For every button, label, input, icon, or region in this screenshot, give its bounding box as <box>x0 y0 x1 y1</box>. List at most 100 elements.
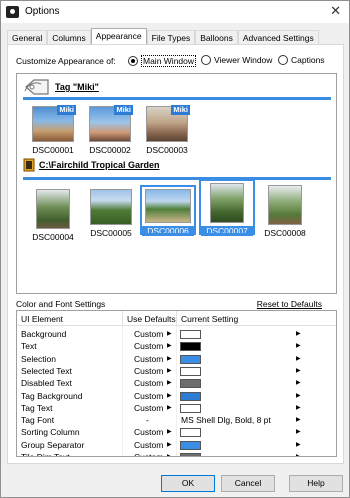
photo-thumbnail[interactable] <box>268 185 302 225</box>
dropdown-arrow-icon[interactable]: ▶ <box>167 366 172 377</box>
table-row[interactable]: Tag Background Custom ▶ ▶ <box>17 391 336 402</box>
tag-group-header: Tag "Miki" <box>23 78 99 96</box>
setting-menu-arrow-icon[interactable]: ▶ <box>296 427 301 438</box>
radio-dot[interactable] <box>278 55 288 65</box>
radio-viewer-window[interactable]: Viewer Window <box>201 55 272 65</box>
color-swatch[interactable] <box>180 366 201 376</box>
film-icon <box>23 158 35 172</box>
reset-to-defaults-link[interactable]: Reset to Defaults <box>257 299 322 309</box>
color-swatch[interactable] <box>180 330 201 339</box>
thumbnail-caption: DSC00005 <box>90 228 132 238</box>
ui-element-name: Selected Text <box>21 365 72 376</box>
use-defaults-value[interactable]: Custom <box>134 354 163 365</box>
photo-thumbnail[interactable] <box>210 183 244 223</box>
table-row[interactable]: Tag Font - MS Shell Dlg, Bold, 8 pt ▶ <box>17 415 336 426</box>
thumbnail-tile[interactable]: Miki DSC00002 <box>84 105 136 155</box>
ui-element-name: Sorting Column <box>21 427 80 438</box>
table-row[interactable]: Background Custom ▶ ▶ <box>17 329 336 340</box>
thumbnail-tile[interactable]: DSC00004 <box>27 189 79 242</box>
tab-balloons[interactable]: Balloons <box>195 30 238 45</box>
table-row[interactable]: Tag Text Custom ▶ ▶ <box>17 403 336 414</box>
dropdown-arrow-icon[interactable]: ▶ <box>167 378 172 389</box>
help-button[interactable]: Help <box>289 475 343 492</box>
use-defaults-value[interactable]: Custom <box>134 366 163 377</box>
ui-element-name: Tag Font <box>21 415 55 426</box>
setting-menu-arrow-icon[interactable]: ▶ <box>296 366 301 377</box>
dropdown-arrow-icon[interactable]: ▶ <box>167 427 172 438</box>
photo-thumbnail[interactable]: Miki <box>89 105 133 142</box>
tab-columns[interactable]: Columns <box>47 30 91 45</box>
use-defaults-value[interactable]: Custom <box>134 440 163 451</box>
color-swatch[interactable] <box>180 403 201 413</box>
color-swatch[interactable] <box>180 453 201 456</box>
thumbnail-caption: DSC00008 <box>264 228 306 238</box>
tab-advanced-settings[interactable]: Advanced Settings <box>237 30 319 45</box>
table-row[interactable]: Tile Dim Text Custom ▶ ▶ <box>17 452 336 456</box>
tab-general[interactable]: General <box>7 30 48 45</box>
use-defaults-value[interactable]: Custom <box>134 391 163 402</box>
dropdown-arrow-icon[interactable]: ▶ <box>167 403 172 414</box>
cancel-button[interactable]: Cancel <box>221 475 275 492</box>
setting-menu-arrow-icon[interactable]: ▶ <box>296 378 301 389</box>
folder-group-title: C:\Fairchild Tropical Garden <box>39 160 160 170</box>
setting-menu-arrow-icon[interactable]: ▶ <box>296 403 301 414</box>
thumbnail-tile[interactable]: DSC00005 <box>85 189 137 238</box>
photo-thumbnail[interactable]: Miki <box>146 105 190 142</box>
dropdown-arrow-icon[interactable]: ▶ <box>167 329 172 340</box>
photo-thumbnail[interactable] <box>90 189 132 225</box>
table-row[interactable]: Sorting Column Custom ▶ ▶ <box>17 427 336 438</box>
table-row[interactable]: Group Separator Custom ▶ ▶ <box>17 440 336 451</box>
color-swatch[interactable] <box>180 391 201 401</box>
tab-appearance[interactable]: Appearance <box>90 28 147 45</box>
color-swatch[interactable] <box>180 440 201 450</box>
radio-main-window[interactable]: Main Window <box>128 55 197 67</box>
column-header-ui-element[interactable]: UI Element <box>21 314 63 324</box>
radio-label: Captions <box>291 55 325 65</box>
thumbnail-tile[interactable]: Miki DSC00001 <box>27 105 79 155</box>
setting-menu-arrow-icon[interactable]: ▶ <box>296 452 301 456</box>
close-icon[interactable]: ✕ <box>330 4 341 19</box>
tab-file-types[interactable]: File Types <box>146 30 196 45</box>
column-header-use-defaults[interactable]: Use Defaults <box>127 314 176 324</box>
setting-menu-arrow-icon[interactable]: ▶ <box>296 391 301 402</box>
color-swatch[interactable] <box>180 428 201 438</box>
table-row[interactable]: Disabled Text Custom ▶ ▶ <box>17 378 336 389</box>
photo-thumbnail[interactable] <box>145 189 191 223</box>
dropdown-arrow-icon[interactable]: ▶ <box>167 354 172 365</box>
radio-dot-selected[interactable] <box>128 56 138 66</box>
ok-button[interactable]: OK <box>161 475 215 492</box>
dropdown-arrow-icon[interactable]: ▶ <box>167 440 172 451</box>
dropdown-arrow-icon[interactable]: ▶ <box>167 341 172 352</box>
thumbnail-tile[interactable]: DSC00008 <box>259 185 311 238</box>
column-divider <box>122 311 123 326</box>
use-defaults-value[interactable]: Custom <box>134 452 163 456</box>
setting-menu-arrow-icon[interactable]: ▶ <box>296 440 301 451</box>
use-defaults-value[interactable]: Custom <box>134 403 163 414</box>
column-header-current-setting[interactable]: Current Setting <box>181 314 238 324</box>
use-defaults-value[interactable]: Custom <box>134 427 163 438</box>
color-swatch[interactable] <box>180 342 201 352</box>
color-swatch[interactable] <box>180 354 201 364</box>
photo-thumbnail[interactable]: Miki <box>32 105 76 142</box>
use-defaults-value[interactable]: Custom <box>134 329 163 340</box>
setting-menu-arrow-icon[interactable]: ▶ <box>296 354 301 365</box>
use-defaults-value[interactable]: Custom <box>134 378 163 389</box>
thumbnail-tile-selected[interactable]: DSC00006 <box>140 185 196 236</box>
table-row[interactable]: Selection Custom ▶ ▶ <box>17 354 336 365</box>
dropdown-arrow-icon[interactable]: ▶ <box>167 391 172 402</box>
ui-element-name: Group Separator <box>21 439 85 450</box>
table-row[interactable]: Text Custom ▶ ▶ <box>17 341 336 352</box>
setting-menu-arrow-icon[interactable]: ▶ <box>296 415 301 426</box>
use-defaults-value[interactable]: Custom <box>134 341 163 352</box>
thumbnail-tile-selected[interactable]: DSC00007 <box>199 179 255 236</box>
thumbnail-tile[interactable]: Miki DSC00003 <box>141 105 193 155</box>
photo-thumbnail[interactable] <box>36 189 70 229</box>
radio-dot[interactable] <box>201 55 211 65</box>
radio-captions[interactable]: Captions <box>278 55 325 65</box>
setting-menu-arrow-icon[interactable]: ▶ <box>296 341 301 352</box>
use-defaults-value[interactable]: - <box>146 415 149 426</box>
dropdown-arrow-icon[interactable]: ▶ <box>167 452 172 456</box>
table-row[interactable]: Selected Text Custom ▶ ▶ <box>17 366 336 377</box>
color-swatch[interactable] <box>180 379 201 389</box>
setting-menu-arrow-icon[interactable]: ▶ <box>296 329 301 340</box>
